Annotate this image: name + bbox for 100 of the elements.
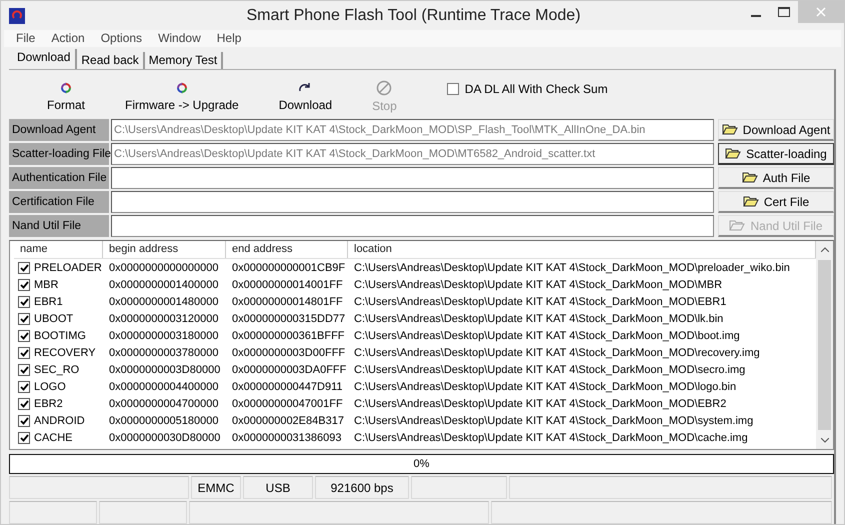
arrows-circle-icon — [59, 80, 73, 94]
table-cell-text: 0x0000000003D00FFF — [231, 346, 346, 358]
checkbox[interactable] — [18, 380, 30, 392]
app-icon — [9, 8, 25, 24]
table-cell-text: 0x000000000315DD77 — [231, 312, 346, 324]
menu-item[interactable]: Action — [43, 30, 93, 47]
field-label: Certification File — [9, 191, 109, 213]
table-cell-text: C:\Users\Andreas\Desktop\Update KIT KAT 4\Stock_DarkMoon_MOD\MBR — [353, 278, 724, 290]
checkbox[interactable] — [18, 414, 30, 426]
table-cell-text: 0x0000000003120000 — [108, 312, 220, 324]
close-icon — [816, 6, 826, 17]
folder-icon — [742, 172, 758, 183]
table-cell-text: 0x000000000001CB9F — [231, 262, 346, 274]
file-path-field[interactable]: C:\Users\Andreas\Desktop\Update KIT KAT 4\Stock_DarkMoon_MOD\SP_Flash_Tool\MTK_AllInOne_DA.bin — [111, 119, 714, 141]
column-header[interactable]: name — [14, 241, 103, 258]
table-cell-text: 0x0000000000000000 — [108, 262, 220, 274]
browse-button[interactable]: Scatter-loading — [718, 143, 834, 165]
window-title: Smart Phone Flash Tool (Runtime Trace Mode) — [245, 6, 582, 25]
menu-item[interactable]: Help — [208, 30, 250, 47]
folder-icon — [722, 124, 738, 135]
table-cell: EBR2 — [34, 398, 63, 410]
checkbox[interactable] — [18, 432, 30, 444]
toolbar-button[interactable]: Firmware -> Upgrade — [115, 80, 249, 112]
checkbox[interactable] — [18, 312, 30, 324]
scrollbar[interactable] — [816, 241, 833, 449]
table-cell-text: 0x0000000031386093 — [231, 432, 343, 444]
table-cell-text: 0x0000000030D80000 — [108, 432, 222, 444]
table-cell-text: C:\Users\Andreas\Desktop\Update KIT KAT 4\Stock_DarkMoon_MOD\secro.img — [353, 364, 746, 376]
table-cell-text: C:\Users\Andreas\Desktop\Update KIT KAT 4\Stock_DarkMoon_MOD\EBR1 — [353, 296, 728, 308]
menu-item[interactable]: File — [8, 30, 44, 47]
table-cell-text: 0x0000000001400000 — [108, 278, 220, 290]
minimize-icon — [751, 14, 761, 17]
table-cell: UBOOT — [34, 312, 74, 324]
checkbox-label: DA DL All With Check Sum — [464, 82, 608, 96]
field-label: Authentication File — [9, 167, 109, 189]
progress-text: 0% — [414, 458, 430, 470]
table-cell-text: 0x000000000447D911 — [231, 380, 344, 392]
table-cell-text: 0x00000000014001FF — [231, 278, 344, 290]
file-path-field[interactable]: C:\Users\Andreas\Desktop\Update KIT KAT 4\Stock_DarkMoon_MOD\MT6582_Android_scatter.txt — [111, 143, 714, 165]
checkbox[interactable] — [18, 296, 30, 308]
checkbox[interactable] — [18, 398, 30, 410]
scroll-up-icon[interactable] — [820, 247, 828, 252]
table-cell-text: 0x0000000003D80000 — [108, 364, 222, 376]
table-cell-text: 0x0000000003780000 — [108, 346, 220, 358]
stop-icon — [376, 80, 392, 96]
maximize-icon — [778, 6, 790, 17]
checkbox[interactable] — [446, 83, 459, 95]
checkbox[interactable] — [18, 330, 30, 342]
table-cell-text: 0x00000000014801FF — [231, 296, 344, 308]
file-path-field[interactable] — [111, 191, 714, 213]
table-cell-text: C:\Users\Andreas\Desktop\Update KIT KAT 4\Stock_DarkMoon_MOD\logo.bin — [353, 380, 738, 392]
table-cell-text: C:\Users\Andreas\Desktop\Update KIT KAT 4\Stock_DarkMoon_MOD\preloader_wiko.bin — [353, 262, 791, 274]
table-cell-text: C:\Users\Andreas\Desktop\Update KIT KAT 4\Stock_DarkMoon_MOD\boot.img — [353, 330, 741, 342]
table-cell-text: 0x0000000003180000 — [108, 330, 220, 342]
table-cell-text: 0x000000002E84B317 — [231, 414, 345, 426]
arrows-circle-icon — [174, 80, 189, 94]
table-cell-text: 0x0000000001480000 — [108, 296, 220, 308]
table-cell-text: 0x000000000361BFFF — [231, 330, 346, 342]
checkbox[interactable] — [18, 262, 30, 274]
table-cell-text: 0x0000000005180000 — [108, 414, 220, 426]
folder-icon — [725, 148, 742, 159]
browse-button[interactable]: Cert File — [718, 191, 834, 213]
table-cell: LOGO — [34, 380, 66, 392]
column-header[interactable]: end address — [226, 241, 348, 258]
table-cell-text: C:\Users\Andreas\Desktop\Update KIT KAT 4\Stock_DarkMoon_MOD\cache.img — [353, 432, 749, 444]
table-cell-text: C:\Users\Andreas\Desktop\Update KIT KAT 4\Stock_DarkMoon_MOD\recovery.img — [353, 346, 761, 358]
field-label: Download Agent — [9, 119, 109, 141]
table-cell: CACHE — [34, 432, 73, 444]
status-cell: EMMC — [191, 476, 241, 499]
table-cell: RECOVERY — [34, 346, 96, 358]
field-label: Scatter-loading File — [9, 143, 109, 165]
browse-button[interactable]: Auth File — [718, 167, 834, 189]
table-cell: MBR — [34, 278, 58, 290]
table-cell-text: C:\Users\Andreas\Desktop\Update KIT KAT 4\Stock_DarkMoon_MOD\system.img — [353, 414, 754, 426]
toolbar-button[interactable]: Download — [268, 80, 342, 112]
file-path-field[interactable] — [111, 167, 714, 189]
folder-icon — [729, 220, 746, 231]
table-cell-text: 0x0000000004700000 — [108, 398, 220, 410]
table-cell: ANDROID — [34, 414, 85, 426]
checkbox[interactable] — [18, 278, 30, 290]
table-cell-text: 0x0000000004400000 — [108, 380, 220, 392]
table-cell: SEC_RO — [34, 364, 80, 376]
checkbox[interactable] — [18, 346, 30, 358]
scroll-down-icon[interactable] — [820, 438, 828, 443]
checkbox[interactable] — [18, 364, 30, 376]
table-cell-text: C:\Users\Andreas\Desktop\Update KIT KAT 4\Stock_DarkMoon_MOD\EBR2 — [353, 398, 728, 410]
table-cell: EBR1 — [34, 296, 63, 308]
table-cell-text: 0x00000000047001FF — [231, 398, 344, 410]
table-cell: PRELOADER — [34, 262, 102, 274]
status-cell: 921600 bps — [315, 476, 409, 499]
toolbar-button[interactable]: Format — [37, 80, 96, 112]
field-label: Nand Util File — [9, 215, 109, 237]
menu-item[interactable]: Options — [92, 30, 150, 47]
column-header[interactable]: begin address — [103, 241, 226, 258]
table-cell: BOOTIMG — [34, 330, 86, 342]
table-cell-text: 0x0000000003DA0FFF — [231, 364, 348, 376]
menu-item[interactable]: Window — [150, 30, 209, 47]
file-path-field[interactable] — [111, 215, 714, 237]
status-cell: USB — [243, 476, 313, 499]
browse-button[interactable]: Download Agent — [718, 119, 834, 141]
